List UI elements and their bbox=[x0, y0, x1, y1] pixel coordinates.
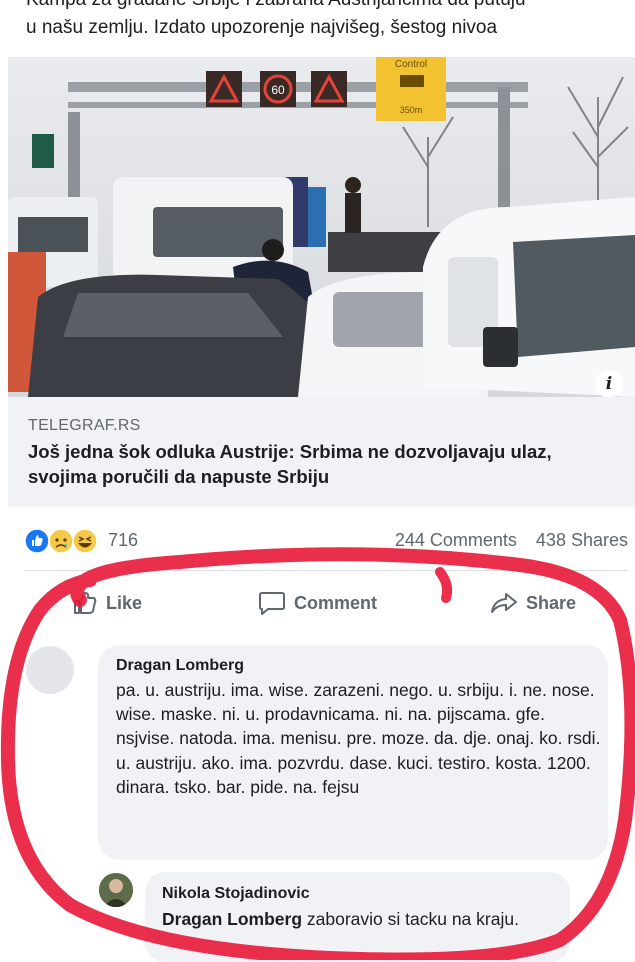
shares-count[interactable]: 438 Shares bbox=[536, 530, 628, 550]
comments-count[interactable]: 244 Comments bbox=[395, 530, 517, 550]
post-caption: Kampa za građane Srbije i zabrana Austri… bbox=[26, 0, 616, 42]
post-caption-cut-line: Kampa za građane Srbije i zabrana Austri… bbox=[26, 0, 616, 14]
link-preview[interactable]: TELEGRAF.RS Još jedna šok odluka Austrij… bbox=[8, 397, 635, 507]
share-icon bbox=[491, 593, 517, 613]
link-title[interactable]: Još jedna šok odluka Austrije: Srbima ne… bbox=[28, 439, 618, 489]
reaction-icons[interactable] bbox=[24, 528, 108, 554]
article-photo[interactable]: 60 Control 350m i bbox=[8, 57, 635, 397]
control-sign-distance: 350m bbox=[400, 105, 423, 115]
comment-bubble: Dragan Lomberg pa. u. austriju. ima. wis… bbox=[98, 645, 608, 860]
avatar[interactable] bbox=[26, 646, 74, 694]
sad-icon bbox=[48, 528, 74, 554]
info-icon[interactable]: i bbox=[595, 370, 623, 397]
border-crossing-photo: 60 Control 350m bbox=[8, 57, 635, 397]
speed-sign-text: 60 bbox=[271, 83, 285, 97]
like-icon bbox=[24, 528, 50, 554]
reply-message: zaboravio si tacku na kraju. bbox=[302, 909, 519, 929]
avatar-photo bbox=[99, 873, 133, 907]
actions-divider bbox=[24, 570, 628, 571]
reply-author[interactable]: Nikola Stojadinovic bbox=[162, 885, 310, 903]
reaction-summary: 716 244 Comments 438 Shares bbox=[24, 524, 628, 558]
comment-button[interactable]: Comment bbox=[258, 588, 377, 618]
thumbs-up-icon bbox=[74, 592, 97, 614]
reaction-count[interactable]: 716 bbox=[108, 530, 138, 551]
comment-author[interactable]: Dragan Lomberg bbox=[116, 657, 244, 675]
post-caption-line: u našu zemlju. Izdato upozorenje najviše… bbox=[26, 17, 498, 38]
reply-mention[interactable]: Dragan Lomberg bbox=[162, 909, 302, 929]
comment-icon bbox=[259, 592, 285, 615]
like-label: Like bbox=[106, 592, 143, 613]
reply-text: Dragan Lomberg zaboravio si tacku na kra… bbox=[162, 907, 562, 931]
share-label: Share bbox=[526, 592, 577, 613]
comment-text: pa. u. austriju. ima. wise. zarazeni. ne… bbox=[116, 680, 601, 797]
haha-icon bbox=[72, 528, 98, 554]
reply-bubble: Nikola Stojadinovic Dragan Lomberg zabor… bbox=[145, 872, 570, 962]
link-source: TELEGRAF.RS bbox=[28, 417, 141, 434]
post-stats: 244 Comments 438 Shares bbox=[381, 530, 628, 551]
comment-label: Comment bbox=[294, 592, 378, 613]
control-sign-text: Control bbox=[395, 59, 427, 70]
share-button[interactable]: Share bbox=[490, 588, 576, 618]
like-button[interactable]: Like bbox=[72, 588, 142, 618]
reply-avatar[interactable] bbox=[99, 873, 133, 907]
